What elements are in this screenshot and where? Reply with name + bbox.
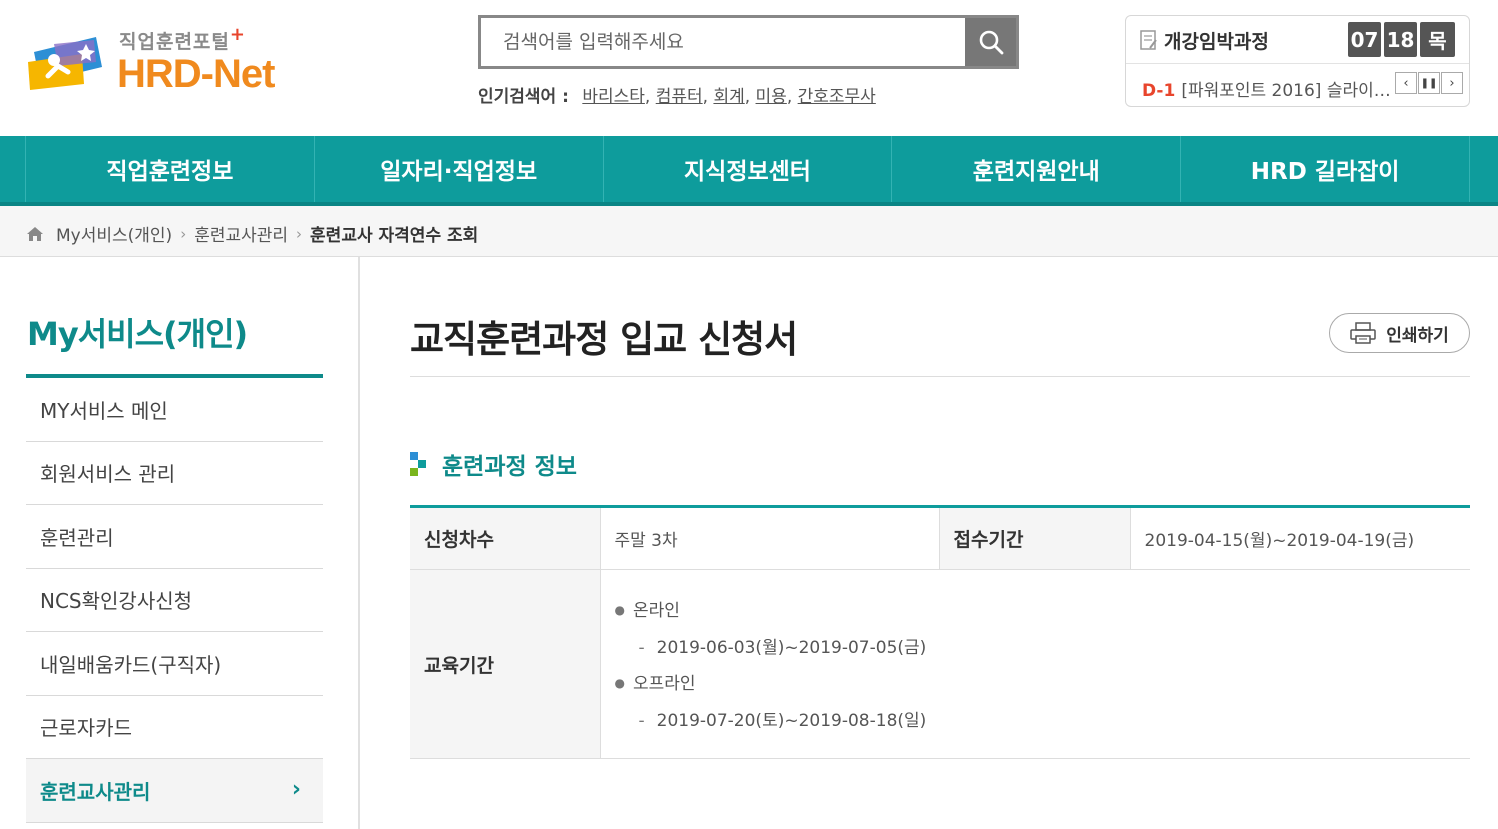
upcoming-course-name: [파워포인트 2016] 슬라이… (1181, 81, 1391, 101)
search-input[interactable] (481, 18, 967, 66)
sidebar: My서비스(개인) MY서비스 메인 회원서비스 관리 훈련관리 NCS확인강사… (0, 257, 360, 829)
apply-round-label: 신청차수 (410, 506, 601, 570)
popular-keyword-link[interactable]: 미용 (756, 87, 787, 107)
popular-keyword-link[interactable]: 간호조무사 (798, 87, 876, 107)
section-bullet-icon (410, 452, 426, 476)
gnb-item-knowledge-center[interactable]: 지식정보센터 (604, 136, 893, 202)
chevron-left-icon: ‹ (1403, 75, 1409, 91)
edu-period-label: 교육기간 (410, 569, 601, 759)
main-navigation: 직업훈련정보 일자리·직업정보 지식정보센터 훈련지원안내 HRD 길라잡이 (0, 136, 1498, 206)
sidebar-item-member-service[interactable]: 회원서비스 관리 (26, 442, 323, 505)
online-label: 온라인 (632, 601, 680, 621)
section-title-text: 훈련과정 정보 (442, 454, 577, 480)
gnb-item-support-guide[interactable]: 훈련지원안내 (892, 136, 1182, 202)
search-icon (979, 30, 1003, 55)
breadcrumb-item[interactable]: 훈련교사관리 (194, 221, 288, 246)
edu-period-value: ● 온라인 -2019-06-03(월)~2019-07-05(금) ● 오프라인 … (600, 569, 1471, 759)
sidebar-item-ncs-instructor[interactable]: NCS확인강사신청 (26, 569, 323, 632)
site-header: 직업훈련포털+ HRD-Net 인기검색어 : 바리스타, 컴퓨터, 회계, 미… (0, 0, 1498, 136)
chevron-right-icon: › (1449, 75, 1455, 91)
sidebar-item-my-main[interactable]: MY서비스 메인 (26, 378, 323, 442)
search-button[interactable] (965, 18, 1016, 66)
receipt-period-label: 접수기간 (939, 506, 1131, 570)
date-weekday: 목 (1420, 22, 1455, 57)
sidebar-menu: MY서비스 메인 회원서비스 관리 훈련관리 NCS확인강사신청 내일배움카드(… (26, 374, 323, 823)
offline-period: 2019-07-20(토)~2019-08-18(일) (656, 711, 927, 731)
next-button[interactable]: › (1441, 72, 1463, 94)
breadcrumb: My서비스(개인) › 훈련교사관리 › 훈련교사 자격연수 조회 (0, 206, 1498, 257)
carousel-controls: ‹ ❚❚ › (1394, 72, 1463, 94)
date-day: 18 (1384, 22, 1417, 57)
popular-keywords: 인기검색어 : 바리스타, 컴퓨터, 회계, 미용, 간호조무사 (478, 87, 876, 107)
table-row: 신청차수 주말 3차 접수기간 2019-04-15(월)~2019-04-19… (410, 506, 1470, 570)
search-box (478, 15, 1019, 69)
breadcrumb-item[interactable]: My서비스(개인) (56, 221, 172, 246)
chevron-right-icon: › (291, 777, 301, 802)
gnb-item-job-info[interactable]: 일자리·직업정보 (315, 136, 604, 202)
chevron-right-icon: › (296, 224, 303, 243)
course-info-table: 신청차수 주말 3차 접수기간 2019-04-15(월)~2019-04-19… (410, 505, 1470, 759)
site-logo[interactable]: 직업훈련포털+ HRD-Net (24, 22, 304, 102)
title-divider (410, 376, 1470, 377)
popular-keyword-link[interactable]: 컴퓨터 (656, 87, 703, 107)
page-title: 교직훈련과정 입교 신청서 (410, 318, 798, 361)
pause-button[interactable]: ❚❚ (1418, 72, 1440, 94)
upcoming-courses-title: 개강임박과정 (1164, 31, 1269, 53)
printer-icon (1350, 322, 1376, 344)
popular-keyword-link[interactable]: 바리스타 (582, 87, 645, 107)
logo-subtitle: 직업훈련포털+ (119, 24, 246, 53)
list-item: ● 오프라인 (614, 674, 696, 694)
apply-round-value: 주말 3차 (600, 506, 940, 570)
home-icon[interactable] (26, 226, 44, 242)
popular-keyword-link[interactable]: 회계 (713, 87, 744, 107)
online-period: 2019-06-03(월)~2019-07-05(금) (656, 638, 927, 658)
date-month: 07 (1348, 22, 1381, 57)
upcoming-courses-header: 개강임박과정 07 18 목 (1126, 16, 1469, 64)
print-button-label: 인쇄하기 (1386, 325, 1449, 346)
receipt-period-value: 2019-04-15(월)~2019-04-19(금) (1130, 506, 1470, 570)
list-item: ● 온라인 (614, 601, 680, 621)
document-icon (1140, 30, 1157, 50)
prev-button[interactable]: ‹ (1395, 72, 1417, 94)
sidebar-item-label: 훈련교사관리 (40, 779, 151, 804)
section-title: 훈련과정 정보 (410, 447, 577, 481)
dday-label: D-1 (1142, 81, 1176, 101)
print-button[interactable]: 인쇄하기 (1329, 313, 1470, 353)
offline-label: 오프라인 (632, 674, 696, 694)
list-item: -2019-06-03(월)~2019-07-05(금) (638, 638, 927, 658)
sidebar-item-training-manage[interactable]: 훈련관리 (26, 505, 323, 569)
pause-icon: ❚❚ (1420, 77, 1438, 89)
sidebar-item-worker-card[interactable]: 근로자카드 (26, 696, 323, 759)
table-row: 교육기간 ● 온라인 -2019-06-03(월)~2019-07-05(금) ●… (410, 569, 1471, 759)
list-item: -2019-07-20(토)~2019-08-18(일) (638, 711, 927, 731)
upcoming-course-link[interactable]: D-1 [파워포인트 2016] 슬라이… (1142, 76, 1391, 101)
sidebar-item-naeil-card[interactable]: 내일배움카드(구직자) (26, 632, 323, 696)
edu-period-list: ● 온라인 -2019-06-03(월)~2019-07-05(금) ● 오프라인 … (615, 589, 1471, 739)
popular-keywords-label: 인기검색어 : (478, 87, 569, 107)
gnb-item-hrd-guide[interactable]: HRD 길라잡이 (1181, 136, 1470, 202)
logo-text: HRD-Net (117, 52, 275, 96)
breadcrumb-current: 훈련교사 자격연수 조회 (310, 226, 479, 246)
sidebar-item-teacher-manage[interactable]: 훈련교사관리 › (26, 759, 323, 823)
chevron-right-icon: › (180, 224, 187, 243)
sidebar-title: My서비스(개인) (27, 315, 248, 353)
upcoming-courses-widget: 개강임박과정 07 18 목 D-1 [파워포인트 2016] 슬라이… ‹ ❚❚… (1125, 15, 1470, 107)
hrd-logo-icon (28, 37, 102, 90)
gnb-item-training-info[interactable]: 직업훈련정보 (26, 136, 315, 202)
